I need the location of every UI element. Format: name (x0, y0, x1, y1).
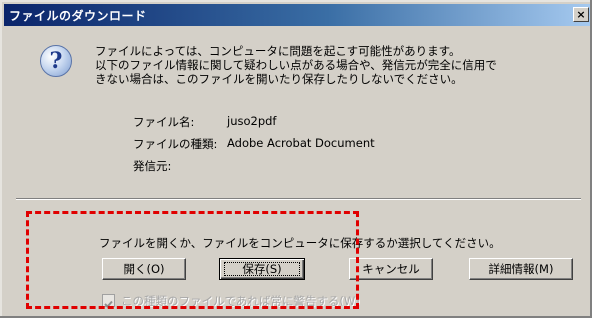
warning-line: 以下のファイル情報に関して疑わしい点がある場合や、発信元が完全に信用で (95, 58, 497, 72)
file-type-value: Adobe Acrobat Document (227, 136, 375, 150)
action-prompt: ファイルを開くか、ファイルをコンピュータに保存するか選択してください。 (99, 236, 501, 250)
warning-line: ファイルによっては、コンピュータに問題を起こす可能性があります。 (95, 44, 461, 58)
file-name-label: ファイル名: (133, 115, 195, 129)
checkmark-icon (104, 300, 113, 308)
file-name-value: juso2pdf (227, 114, 277, 128)
close-button[interactable]: × (573, 7, 589, 22)
file-download-dialog: ファイルのダウンロード × ? ファイルによっては、コンピュータに問題を起こす可… (0, 0, 592, 318)
question-icon: ? (40, 45, 72, 77)
window-title: ファイルのダウンロード (9, 9, 147, 23)
details-button[interactable]: 詳細情報(M) (469, 258, 573, 280)
details-button-label: 詳細情報(M) (488, 262, 554, 276)
warning-line: きない場合は、このファイルを開いたり保存したりしないでください。 (95, 72, 463, 86)
close-icon: × (576, 8, 586, 21)
title-bar[interactable]: ファイルのダウンロード × (4, 4, 592, 26)
open-button-label: 開く(O) (123, 262, 165, 276)
always-ask-label: この種類のファイルであれば常に警告する(W) (121, 294, 360, 308)
save-button[interactable]: 保存(S) (219, 258, 305, 280)
file-type-label: ファイルの種類: (133, 137, 218, 151)
question-icon-glyph: ? (49, 48, 63, 74)
always-ask-checkbox[interactable] (102, 294, 115, 308)
focus-ring (224, 262, 300, 276)
source-label: 発信元: (133, 159, 172, 173)
open-button[interactable]: 開く(O) (102, 258, 186, 280)
separator (16, 198, 581, 200)
warning-message: ファイルによっては、コンピュータに問題を起こす可能性があります。 以下のファイル… (95, 44, 583, 86)
cancel-button-label: キャンセル (362, 262, 420, 276)
cancel-button[interactable]: キャンセル (349, 258, 433, 280)
